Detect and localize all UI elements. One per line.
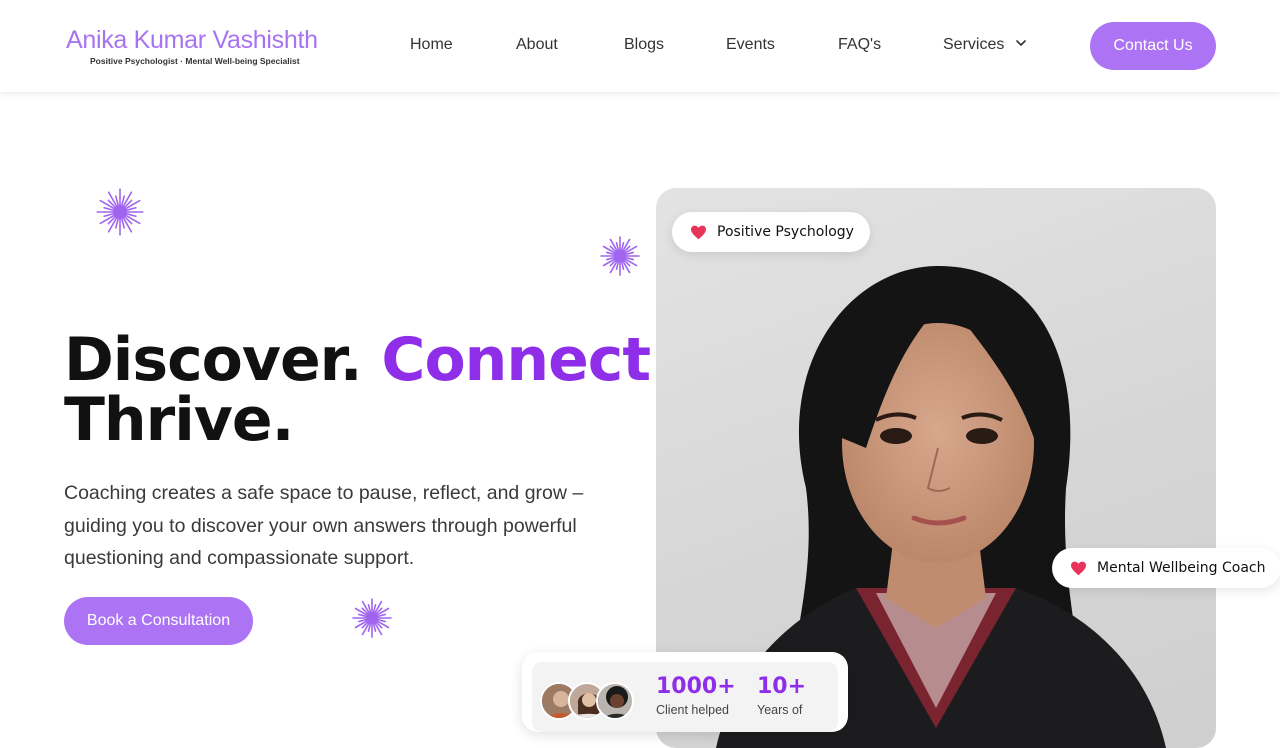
heart-icon (690, 225, 707, 240)
clients-count: 1000+ (656, 674, 736, 699)
hero-description: Coaching creates a safe space to pause, … (64, 482, 584, 569)
badge-positive-psychology-label: Positive Psychology (717, 224, 854, 240)
years-count: 10+ (757, 674, 807, 699)
sparkle-icon (96, 188, 144, 241)
site-header: Anika Kumar Vashishth Positive Psycholog… (0, 0, 1280, 92)
clients-label: Client helped (656, 703, 729, 717)
nav-events[interactable]: Events (726, 36, 775, 54)
nav-blogs[interactable]: Blogs (624, 36, 664, 54)
years-label: Years of (757, 703, 803, 717)
headline-thrive: Thrive. (64, 385, 294, 455)
book-consultation-button[interactable]: Book a Consultation (64, 597, 253, 645)
sparkle-icon (600, 236, 640, 281)
badge-positive-psychology: Positive Psychology (672, 212, 870, 252)
heart-icon (1070, 561, 1087, 576)
nav-faqs[interactable]: FAQ's (838, 36, 881, 54)
badge-mental-wellbeing-coach-label: Mental Wellbeing Coach (1097, 560, 1266, 576)
nav-about[interactable]: About (516, 36, 558, 54)
chevron-down-icon (1015, 36, 1027, 54)
main-nav: Home About Blogs Events FAQ's Services (0, 36, 1280, 58)
nav-services[interactable]: Services (943, 36, 1027, 54)
badge-mental-wellbeing-coach: Mental Wellbeing Coach (1052, 548, 1280, 588)
nav-services-label: Services (943, 36, 1005, 54)
client-avatars (540, 682, 650, 724)
sparkle-icon (352, 598, 392, 643)
nav-home[interactable]: Home (410, 36, 453, 54)
avatar (596, 682, 634, 720)
headline-connect: Connect. (381, 325, 672, 395)
hero-headline: Discover. Connect. Thrive. (64, 330, 673, 450)
contact-us-button[interactable]: Contact Us (1090, 22, 1216, 70)
stats-card: 1000+ Client helped 10+ Years of (522, 652, 848, 732)
